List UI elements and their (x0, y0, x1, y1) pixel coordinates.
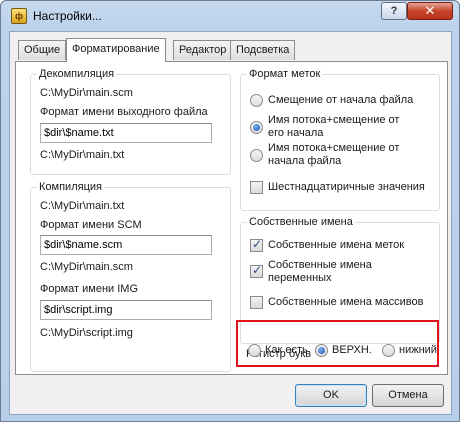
own-names-group-title: Собственные имена (247, 216, 355, 228)
img-format-input[interactable] (40, 300, 212, 320)
radio-stream-offset-from-stream-start-label-line2[interactable]: его начала (268, 127, 323, 140)
decompilation-path: C:\MyDir\main.scm (40, 87, 133, 99)
compilation-group: Компиляция C:\MyDir\main.txt Формат имен… (30, 181, 231, 372)
label-format-group: Формат меток Смещение от начала файла Им… (240, 68, 440, 211)
radio-case-upper-label[interactable]: ВЕРХН. (332, 344, 372, 357)
dialog-client-area: Общие Форматирование Редактор Подсветка … (9, 31, 452, 415)
radio-offset-from-file-start[interactable] (250, 94, 263, 107)
radio-stream-offset-from-file-start-label-line2[interactable]: начала файла (268, 155, 341, 168)
title-bar[interactable]: ф Настройки... ? ✕ (1, 1, 459, 31)
hex-values-checkbox[interactable] (250, 181, 263, 194)
app-icon: ф (11, 8, 27, 24)
radio-case-lower-label[interactable]: нижний (399, 344, 437, 357)
radio-offset-from-file-start-label[interactable]: Смещение от начала файла (268, 94, 413, 107)
scm-format-input[interactable] (40, 235, 212, 255)
tab-general[interactable]: Общие (18, 40, 67, 60)
radio-stream-offset-from-stream-start-label-line1[interactable]: Имя потока+смещение от (268, 114, 399, 127)
radio-case-as-is-label[interactable]: Как есть (265, 344, 308, 357)
radio-case-as-is[interactable] (248, 344, 261, 357)
compilation-group-title: Компиляция (37, 181, 104, 193)
radio-stream-offset-from-file-start-label-line1[interactable]: Имя потока+смещение от (268, 142, 399, 155)
own-variable-names-checkbox[interactable] (250, 263, 263, 278)
own-array-names-checkbox[interactable] (250, 296, 263, 309)
formatting-tab-panel: Декомпиляция C:\MyDir\main.scm Формат им… (15, 61, 448, 375)
ok-button[interactable]: OK (295, 384, 367, 407)
decompilation-group-title: Декомпиляция (37, 68, 117, 80)
label-format-group-title: Формат меток (247, 68, 323, 80)
radio-case-upper[interactable] (315, 344, 328, 357)
img-format-label: Формат имени IMG (40, 283, 139, 295)
tab-editor[interactable]: Редактор (173, 40, 233, 60)
help-button[interactable]: ? (381, 2, 407, 20)
decompilation-group: Декомпиляция C:\MyDir\main.scm Формат им… (30, 68, 231, 175)
radio-stream-offset-from-stream-start[interactable] (250, 121, 263, 134)
cancel-button[interactable]: Отмена (372, 384, 444, 407)
close-button[interactable]: ✕ (407, 2, 453, 20)
radio-stream-offset-from-file-start[interactable] (250, 149, 263, 162)
settings-dialog: ф Настройки... ? ✕ Общие Форматирование … (0, 0, 460, 422)
scm-format-label: Формат имени SCM (40, 219, 142, 231)
output-preview-path: C:\MyDir\main.txt (40, 149, 125, 161)
own-array-names-label[interactable]: Собственные имена массивов (268, 296, 423, 309)
own-label-names-label[interactable]: Собственные имена меток (268, 239, 404, 252)
own-variable-names-label-line2[interactable]: переменных (268, 272, 332, 285)
own-names-group: Собственные имена Собственные имена мето… (240, 216, 440, 344)
output-format-label: Формат имени выходного файла (40, 106, 208, 118)
output-format-input[interactable] (40, 123, 212, 143)
tab-highlighting[interactable]: Подсветка (230, 40, 296, 60)
window-title: Настройки... (33, 9, 102, 23)
scm-preview-path: C:\MyDir\main.scm (40, 261, 133, 273)
compilation-path: C:\MyDir\main.txt (40, 200, 125, 212)
radio-case-lower[interactable] (382, 344, 395, 357)
tab-formatting[interactable]: Форматирование (66, 38, 166, 62)
own-variable-names-label-line1[interactable]: Собственные имена (268, 259, 372, 272)
img-preview-path: C:\MyDir\script.img (40, 327, 133, 339)
hex-values-label[interactable]: Шестнадцатиричные значения (268, 181, 425, 194)
own-label-names-checkbox[interactable] (250, 237, 263, 252)
